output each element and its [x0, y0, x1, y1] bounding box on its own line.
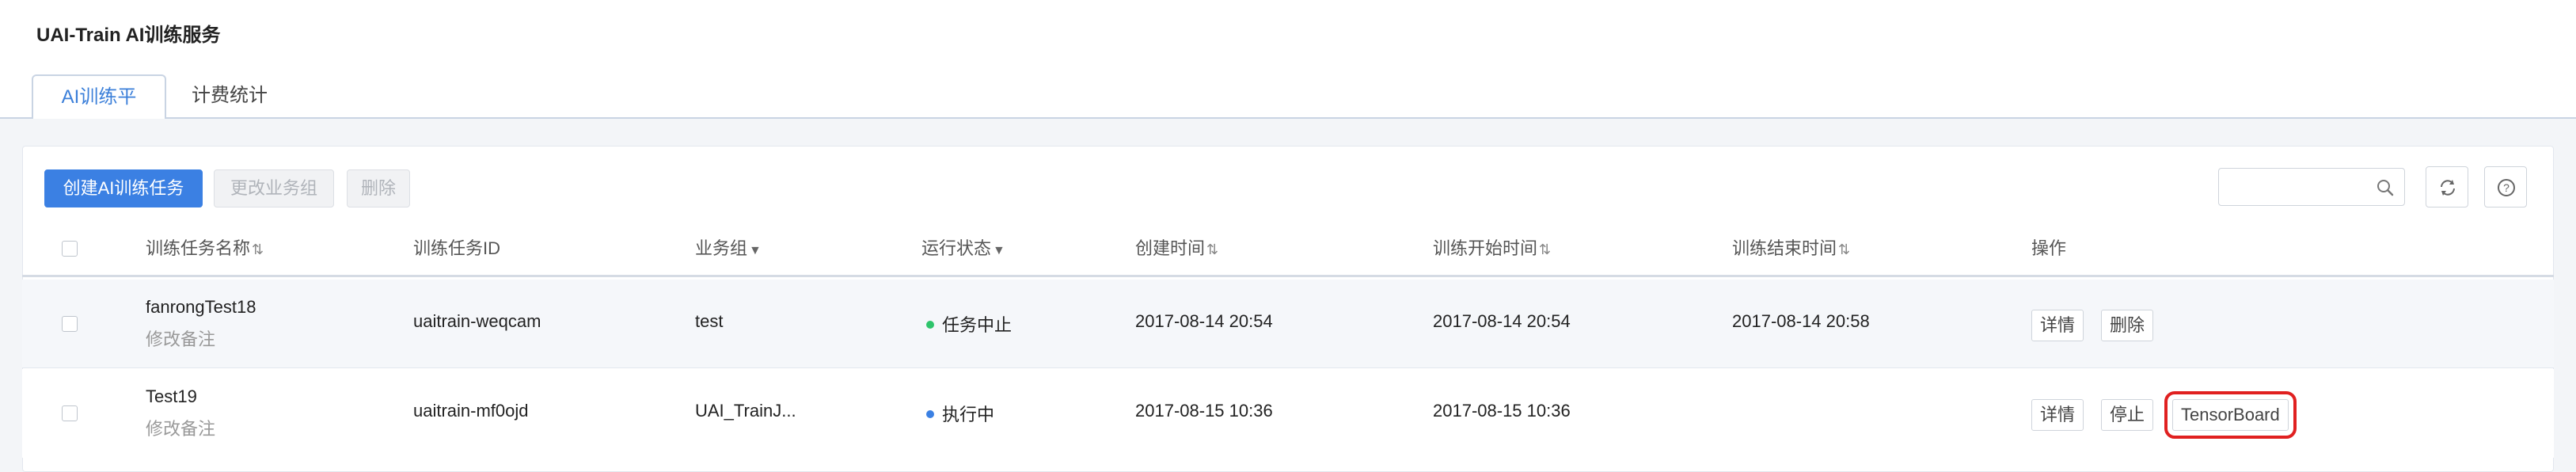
tensorboard-button[interactable]: TensorBoard: [2164, 391, 2297, 439]
row-checkbox[interactable]: [62, 405, 78, 421]
search-box: [2218, 168, 2405, 206]
end-time: 2017-08-14 20:58: [1732, 311, 1870, 331]
task-name: fanrongTest18: [146, 297, 256, 317]
col-start-time[interactable]: 训练开始时间 ⇅: [1433, 220, 1551, 277]
details-button[interactable]: 详情: [2031, 310, 2084, 341]
page-title: UAI-Train AI训练服务: [36, 25, 221, 46]
tab-billing-stats[interactable]: 计费统计: [173, 74, 287, 119]
status-text: 任务中止: [942, 315, 1013, 335]
table-row: fanrongTest18 修改备注 uaitrain-weqcam test …: [22, 280, 2554, 368]
delete-task-button[interactable]: 删除: [2101, 310, 2154, 341]
sort-icon[interactable]: ⇅: [1838, 242, 1850, 257]
created-time: 2017-08-14 20:54: [1135, 311, 1273, 331]
created-time: 2017-08-15 10:36: [1135, 401, 1273, 421]
help-icon: ?: [2498, 179, 2515, 196]
sort-icon[interactable]: ⇅: [1206, 242, 1218, 257]
refresh-button[interactable]: [2426, 166, 2468, 207]
create-task-button[interactable]: 创建AI训练任务: [44, 169, 203, 207]
select-all-checkbox[interactable]: [62, 241, 78, 257]
col-group[interactable]: 业务组 ▼: [695, 220, 762, 277]
task-id: uaitrain-mf0ojd: [413, 401, 529, 421]
delete-button[interactable]: 删除: [347, 169, 410, 207]
status-dot-icon: [926, 410, 934, 419]
col-actions: 操作: [2031, 238, 2067, 258]
details-button[interactable]: 详情: [2031, 399, 2084, 431]
svg-text:?: ?: [2503, 181, 2510, 194]
sort-icon[interactable]: ⇅: [1539, 242, 1551, 257]
help-button[interactable]: ?: [2484, 166, 2527, 207]
status-cell: 执行中: [926, 401, 994, 426]
table-row: Test19 修改备注 uaitrain-mf0ojd UAI_TrainJ..…: [22, 369, 2554, 458]
change-group-button[interactable]: 更改业务组: [214, 169, 334, 207]
refresh-icon: [2441, 180, 2455, 196]
stop-task-button[interactable]: 停止: [2101, 399, 2154, 431]
edit-note-link[interactable]: 修改备注: [146, 325, 215, 351]
col-status[interactable]: 运行状态 ▼: [921, 220, 1005, 277]
status-cell: 任务中止: [926, 311, 1012, 337]
task-id: uaitrain-weqcam: [413, 311, 541, 331]
row-checkbox[interactable]: [62, 316, 78, 332]
col-task-id: 训练任务ID: [413, 238, 501, 258]
search-input[interactable]: [2227, 175, 2369, 199]
col-task-name[interactable]: 训练任务名称 ⇅: [146, 220, 264, 277]
search-icon[interactable]: [2376, 178, 2395, 197]
filter-icon[interactable]: ▼: [993, 244, 1005, 257]
tab-ai-training-platform[interactable]: AI训练平台: [32, 74, 166, 150]
status-text: 执行中: [942, 405, 995, 424]
col-created[interactable]: 创建时间 ⇅: [1135, 220, 1218, 277]
edit-note-link[interactable]: 修改备注: [146, 415, 215, 440]
filter-icon[interactable]: ▼: [749, 244, 762, 257]
task-group: UAI_TrainJ...: [695, 401, 796, 421]
tab-bar: AI训练平台 计费统计: [0, 74, 2576, 150]
col-end-time[interactable]: 训练结束时间 ⇅: [1732, 220, 1850, 277]
start-time: 2017-08-15 10:36: [1433, 401, 1571, 421]
status-dot-icon: [926, 321, 934, 329]
task-group: test: [695, 311, 724, 331]
sort-icon[interactable]: ⇅: [252, 242, 264, 257]
task-name: Test19: [146, 386, 197, 406]
start-time: 2017-08-14 20:54: [1433, 311, 1571, 331]
table-header: 训练任务名称 ⇅ 训练任务ID 业务组 ▼ 运行状态 ▼ 创建时间 ⇅ 训练开始时间 ⇅ …: [22, 220, 2554, 277]
